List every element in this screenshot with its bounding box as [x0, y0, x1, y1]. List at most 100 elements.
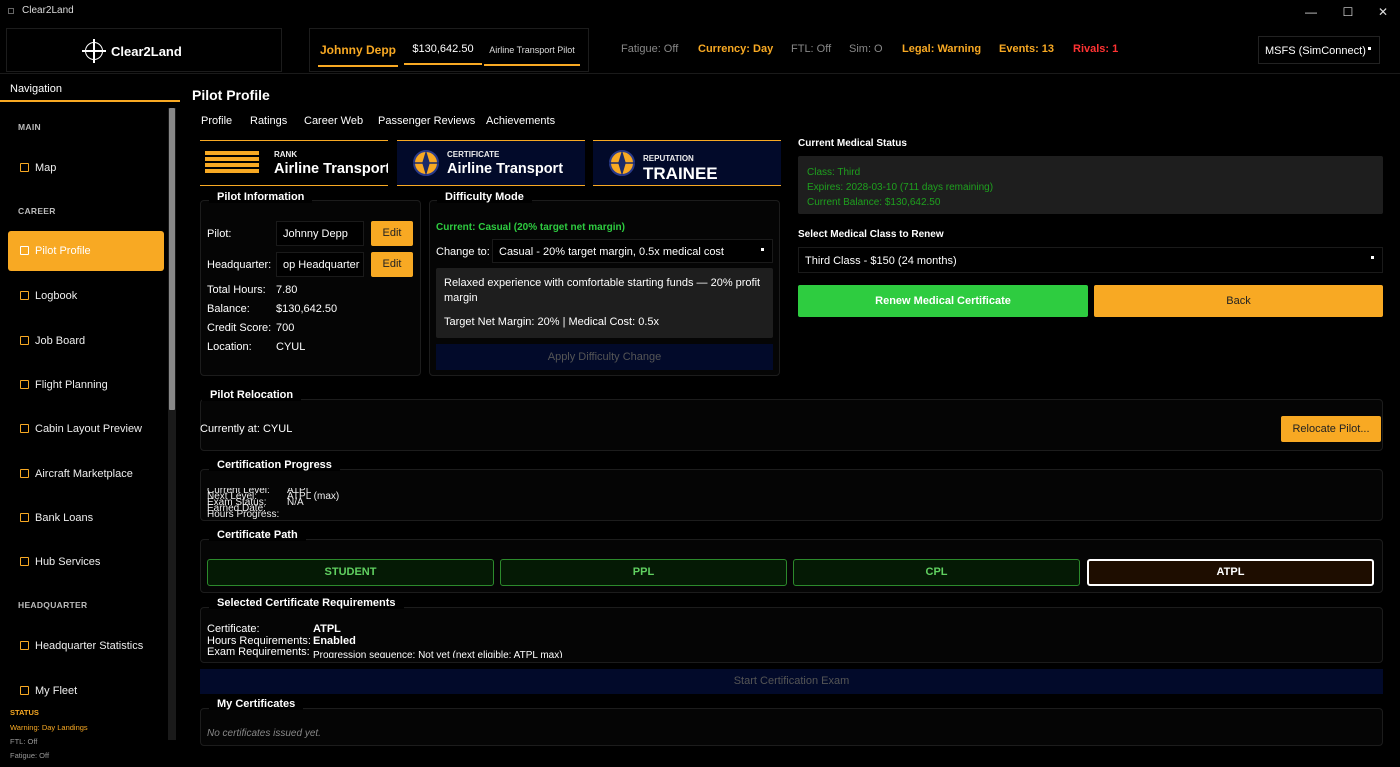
cert-ppl-button[interactable]: PPL — [500, 559, 787, 586]
credit-score-value: 700 — [276, 322, 295, 334]
crosshair-icon — [82, 39, 106, 63]
logo-text: Clear2Land — [111, 44, 182, 59]
map-icon — [20, 163, 29, 172]
difficulty-detail-text: Target Net Margin: 20% | Medical Cost: 0… — [444, 316, 660, 328]
my-certs-title: My Certificates — [209, 698, 304, 710]
dropdown-icon — [1368, 47, 1371, 50]
difficulty-select[interactable]: Casual - 20% target margin, 0.5x medical… — [492, 239, 773, 263]
difficulty-desc-text: Relaxed experience with comfortable star… — [444, 277, 761, 304]
topbar-balance[interactable]: $130,642.50 — [404, 43, 482, 65]
sidebar-item-my-fleet[interactable]: My Fleet — [8, 671, 164, 711]
scrollbar-thumb[interactable] — [169, 108, 175, 410]
sidebar-item-hq-statistics[interactable]: Headquarter Statistics — [8, 626, 164, 666]
close-icon[interactable]: ✕ — [1368, 3, 1398, 21]
rivals-status[interactable]: Rivals: 1 — [1073, 43, 1118, 55]
dropdown-icon — [761, 248, 764, 251]
relocation-title: Pilot Relocation — [202, 389, 302, 401]
wings-badge-icon — [609, 150, 635, 176]
requirements-body: Certificate: ATPL Hours Requirements: En… — [207, 624, 1377, 658]
logo: Clear2Land — [6, 28, 282, 72]
cert-atpl-button[interactable]: ATPL — [1087, 559, 1374, 586]
sidebar: Navigation MAIN Map CAREER Pilot Profile… — [0, 78, 180, 767]
medical-select-title: Select Medical Class to Renew — [798, 229, 944, 240]
change-to-label: Change to: — [436, 246, 490, 258]
pilot-summary: Johnny Depp $130,642.50 Airline Transpor… — [309, 28, 589, 72]
seat-icon — [20, 424, 29, 433]
topbar-pilot-name[interactable]: Johnny Depp — [318, 43, 398, 67]
reputation-card-label: REPUTATION — [643, 154, 694, 163]
certificate-card-value: Airline Transport — [447, 161, 564, 177]
back-button[interactable]: Back — [1094, 285, 1383, 317]
cert-student-button[interactable]: STUDENT — [207, 559, 494, 586]
sidebar-item-bank-loans[interactable]: Bank Loans — [8, 498, 164, 538]
tab-profile[interactable]: Profile — [201, 115, 232, 127]
medical-class-select[interactable]: Third Class - $150 (24 months) — [798, 247, 1383, 273]
medical-status-title: Current Medical Status — [798, 138, 907, 149]
balance-value: $130,642.50 — [276, 303, 338, 315]
sidebar-item-map[interactable]: Map — [8, 148, 164, 188]
start-exam-button[interactable]: Start Certification Exam — [200, 669, 1383, 694]
apply-difficulty-button[interactable]: Apply Difficulty Change — [436, 344, 773, 370]
medical-status-box: Class: Third Expires: 2028-03-10 (711 da… — [798, 156, 1383, 214]
person-icon — [20, 246, 29, 255]
credit-score-label: Credit Score: — [207, 322, 272, 334]
relocation-current: Currently at: CYUL — [200, 423, 293, 435]
sidebar-item-aircraft-marketplace[interactable]: Aircraft Marketplace — [8, 454, 164, 494]
nav-section-headquarter: HEADQUARTER — [18, 600, 88, 610]
edit-pilot-button[interactable]: Edit — [371, 221, 413, 246]
sidebar-item-flight-planning[interactable]: Flight Planning — [8, 365, 164, 405]
difficulty-select-value: Casual - 20% target margin, 0.5x medical… — [499, 246, 724, 258]
tab-passenger-reviews[interactable]: Passenger Reviews — [378, 115, 475, 127]
rank-card-value: Airline Transport Pilot — [274, 161, 388, 177]
page-title: Pilot Profile — [192, 87, 270, 103]
cart-icon — [20, 469, 29, 478]
rank-card: RANK Airline Transport Pilot — [200, 140, 388, 186]
total-hours-label: Total Hours: — [207, 284, 266, 296]
bank-icon — [20, 513, 29, 522]
difficulty-title: Difficulty Mode — [437, 191, 532, 203]
medical-class-line: Class: Third — [807, 167, 861, 178]
topbar-rank[interactable]: Airline Transport Pilot — [484, 45, 580, 66]
ftl-status: FTL: Off — [791, 43, 832, 55]
sim-select[interactable]: MSFS (SimConnect) — [1258, 36, 1380, 64]
cert-cpl-button[interactable]: CPL — [793, 559, 1080, 586]
pilot-info-title: Pilot Information — [209, 191, 313, 203]
medical-balance-line: Current Balance: $130,642.50 — [807, 197, 941, 208]
legal-status: Legal: Warning — [902, 43, 982, 55]
location-label: Location: — [207, 341, 252, 353]
sim-status: Sim: O — [849, 43, 883, 55]
sidebar-item-job-board[interactable]: Job Board — [8, 321, 164, 361]
tab-ratings[interactable]: Ratings — [250, 115, 287, 127]
renew-medical-button[interactable]: Renew Medical Certificate — [798, 285, 1088, 317]
relocate-pilot-button[interactable]: Relocate Pilot... — [1281, 416, 1381, 442]
nav-section-career: CAREER — [18, 206, 56, 216]
balance-label: Balance: — [207, 303, 250, 315]
sidebar-status-ftl: FTL: Off — [10, 737, 38, 746]
cert-progress-values: ATPL ATPL (max) N/A — [287, 488, 340, 508]
req-exam-label: Exam Requirements: — [207, 646, 310, 658]
edit-hq-button[interactable]: Edit — [371, 252, 413, 277]
events-status[interactable]: Events: 13 — [999, 43, 1054, 55]
sidebar-header: Navigation — [0, 78, 180, 102]
cert-path-title: Certificate Path — [209, 529, 306, 541]
minimize-icon[interactable]: — — [1296, 3, 1326, 21]
tab-achievements[interactable]: Achievements — [486, 115, 555, 127]
sidebar-item-logbook[interactable]: Logbook — [8, 276, 164, 316]
sim-select-value: MSFS (SimConnect) — [1265, 45, 1366, 57]
sidebar-item-pilot-profile[interactable]: Pilot Profile — [8, 231, 164, 271]
tab-career-web[interactable]: Career Web — [304, 115, 363, 127]
sidebar-item-hub-services[interactable]: Hub Services — [8, 542, 164, 582]
medical-expires-line: Expires: 2028-03-10 (711 days remaining) — [807, 182, 994, 193]
sidebar-scrollbar[interactable] — [168, 108, 176, 740]
hq-field[interactable]: op Headquarter — [276, 252, 364, 277]
stats-icon — [20, 641, 29, 650]
req-cert-value: ATPL — [313, 624, 341, 635]
sidebar-item-cabin-layout[interactable]: Cabin Layout Preview — [8, 409, 164, 449]
req-hours-value: Enabled — [313, 635, 356, 647]
sidebar-status-title: STATUS — [10, 708, 39, 717]
pilot-name-field[interactable]: Johnny Depp — [276, 221, 364, 246]
medical-class-select-value: Third Class - $150 (24 months) — [805, 255, 957, 267]
app-icon — [8, 8, 14, 14]
maximize-icon[interactable]: ☐ — [1333, 3, 1363, 21]
sidebar-status-warning: Warning: Day Landings — [10, 723, 88, 732]
